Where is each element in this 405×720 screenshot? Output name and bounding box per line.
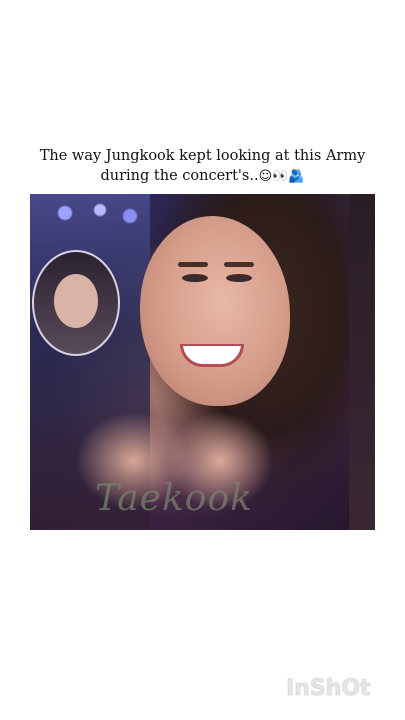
caption-line-2-text: during the concert's..: [100, 168, 259, 184]
left-eyebrow: [178, 262, 208, 267]
smiling-face: [140, 216, 290, 406]
video-caption: The way Jungkook kept looking at this Ar…: [0, 146, 405, 187]
video-watermark: Taekook: [95, 478, 253, 519]
inshot-watermark: InShOt: [286, 676, 372, 702]
right-edge-shadow: [349, 194, 375, 530]
fan-photo-circle: [32, 250, 120, 356]
smile: [180, 344, 244, 367]
caption-line-2: during the concert's..☺👀🫂: [0, 166, 405, 187]
left-eye: [182, 274, 208, 282]
caption-emojis: ☺👀🫂: [258, 169, 305, 184]
right-eyebrow: [224, 262, 254, 267]
caption-line-1: The way Jungkook kept looking at this Ar…: [39, 148, 366, 164]
right-eye: [226, 274, 252, 282]
